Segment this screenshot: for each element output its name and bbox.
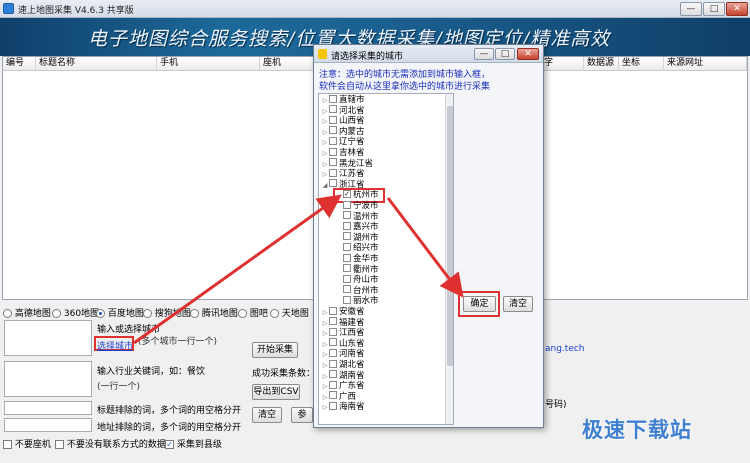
annotation-arrows	[133, 194, 464, 345]
watermark: 极速下载站	[582, 418, 692, 442]
arrow-to-city	[133, 194, 342, 345]
arrow-to-confirm	[386, 197, 464, 298]
